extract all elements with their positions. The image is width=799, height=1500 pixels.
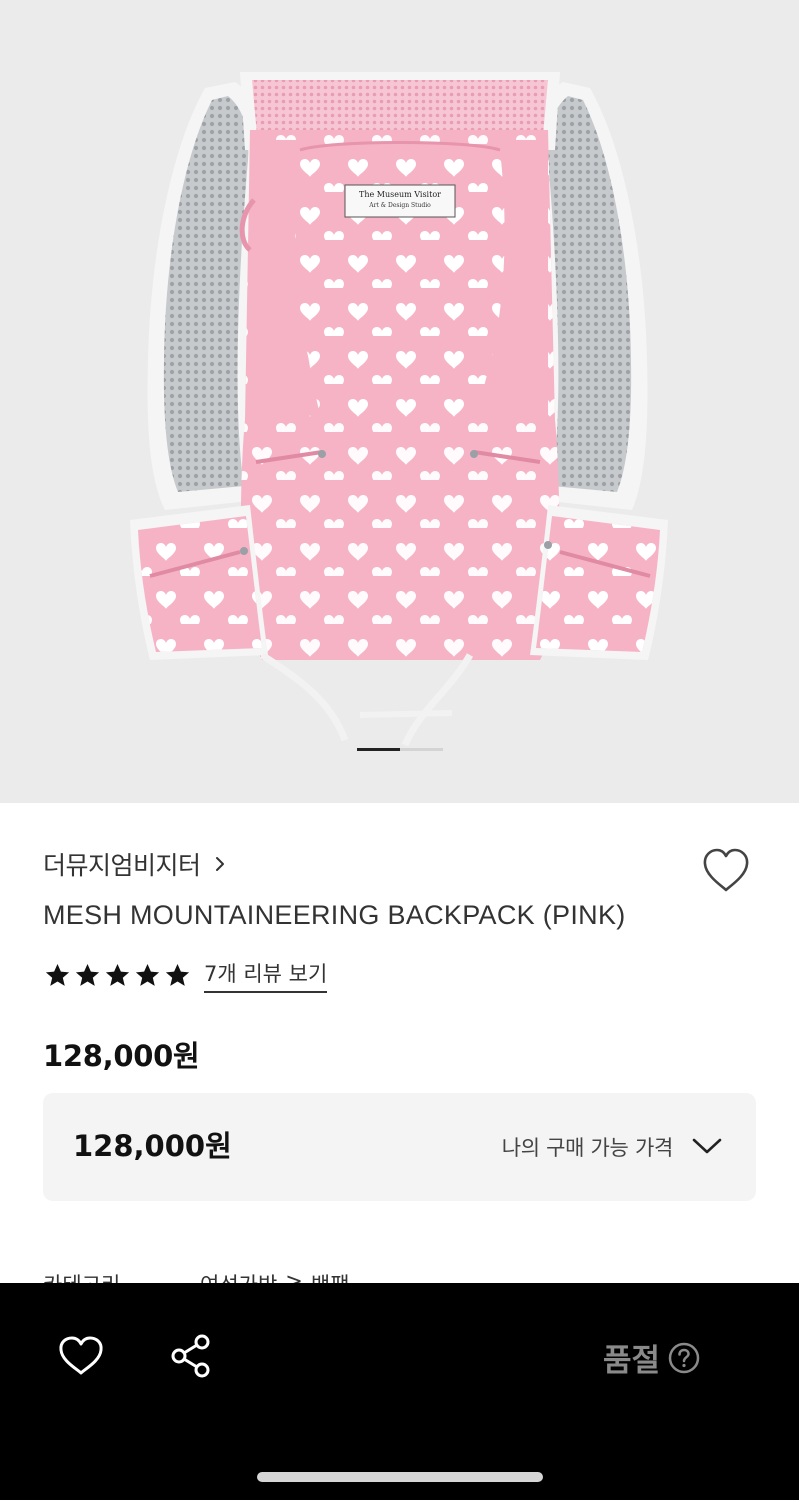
category-breadcrumb: 여성가방 > 백팩 — [200, 1269, 350, 1283]
product-title: MESH MOUNTAINEERING BACKPACK (PINK) — [43, 900, 626, 930]
product-price: 128,000원 — [43, 1039, 200, 1073]
sold-out-status[interactable]: 품절 — [603, 1335, 700, 1380]
star-icon — [165, 964, 190, 986]
category-label: 카테고리 — [43, 1269, 200, 1283]
category-separator: > — [285, 1269, 303, 1283]
carousel-dot-active[interactable] — [357, 748, 400, 751]
category-item[interactable]: 백팩 — [311, 1269, 350, 1283]
rating-stars — [43, 961, 192, 990]
share-icon[interactable] — [170, 1334, 212, 1378]
bottom-action-bar: 품절 — [0, 1283, 799, 1500]
purchasable-price: 128,000원 — [73, 1129, 232, 1163]
carousel-dot[interactable] — [400, 748, 443, 751]
my-purchasable-price-toggle[interactable]: 128,000원 나의 구매 가능 가격 — [43, 1093, 756, 1201]
star-icon — [135, 964, 160, 986]
home-indicator — [257, 1472, 543, 1482]
star-icon — [45, 964, 70, 986]
heart-outline-icon[interactable] — [58, 1335, 104, 1377]
carousel-indicator — [357, 748, 443, 751]
star-icon — [105, 964, 130, 986]
star-icon — [75, 964, 100, 986]
question-circle-icon[interactable] — [668, 1342, 700, 1374]
svg-text:Art & Design Studio: Art & Design Studio — [368, 202, 431, 209]
chevron-down-icon — [692, 1138, 722, 1154]
rating-row: 7개 리뷰 보기 — [43, 958, 328, 993]
chevron-right-icon — [215, 857, 224, 871]
svg-text:The Museum Visitor: The Museum Visitor — [359, 190, 441, 199]
brand-name: 더뮤지엄비지터 — [43, 851, 201, 880]
category-row: 카테고리 여성가방 > 백팩 — [43, 1266, 756, 1283]
sold-out-label: 품절 — [603, 1343, 661, 1379]
brand-link[interactable]: 더뮤지엄비지터 — [43, 846, 225, 882]
review-link[interactable]: 7개 리뷰 보기 — [204, 958, 328, 993]
purchasable-price-label: 나의 구매 가능 가격 — [501, 1136, 674, 1160]
product-image-gallery[interactable]: The Museum Visitor Art & Design Studio — [0, 0, 799, 803]
wishlist-heart-icon[interactable] — [700, 846, 752, 896]
product-image: The Museum Visitor Art & Design Studio — [130, 72, 668, 747]
category-item[interactable]: 여성가방 — [200, 1269, 277, 1283]
